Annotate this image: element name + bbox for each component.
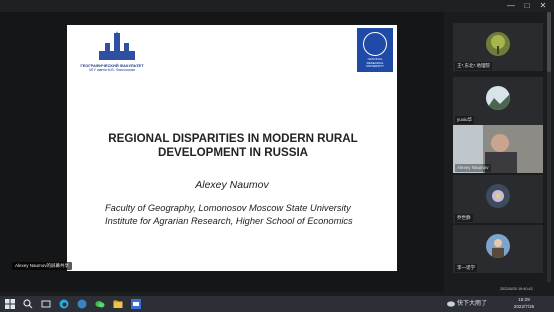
slide-title-line-1: REGIONAL DISPARITIES IN MODERN RURAL (108, 132, 358, 145)
participant-tile[interactable]: yuxiu华 (453, 77, 543, 125)
meeting-app-icon[interactable] (131, 299, 141, 309)
participant-tile-active-speaker[interactable]: Alexey Naumov (453, 125, 543, 173)
windows-start-icon[interactable] (5, 299, 15, 309)
presentation-slide: ГЕОГРАФИЧЕСКИЙ ФАКУЛЬТЕТ МГУ имени М.В. … (67, 25, 397, 271)
wechat-icon[interactable] (95, 299, 105, 309)
participant-name: 王*,东北*.地理院 (455, 62, 493, 70)
hse-logo-text: NATIONAL RESEARCH UNIVERSITY (365, 57, 384, 69)
landscape-avatar (486, 86, 510, 110)
participant-scrollbar[interactable] (547, 12, 551, 282)
plant-avatar (486, 32, 510, 56)
overlay-timestamp: 2022/6/20 19:40:42 (500, 287, 533, 291)
flower-avatar (486, 184, 510, 208)
window-title-bar: — □ ✕ (0, 0, 554, 12)
close-icon[interactable]: ✕ (536, 0, 550, 12)
participant-name: Alexey Naumov (455, 164, 491, 172)
settings-icon[interactable] (77, 299, 87, 309)
system-clock[interactable]: 15:29 2022/7/25 (507, 297, 541, 310)
screen-share-label: Alexey Naumov的屏幕共享 (12, 262, 73, 270)
participant-tile[interactable]: 乔世静 (453, 175, 543, 223)
clock-time: 15:29 (518, 297, 530, 302)
slide-affiliation-1: Faculty of Geography, Lomonosov Moscow S… (105, 203, 351, 213)
participant-name: 李一诺学 (455, 264, 477, 272)
taskbar: 快下大雨了 15:29 2022/7/25 (0, 296, 554, 312)
participant-tile[interactable]: 王*,东北*.地理院 (453, 23, 543, 71)
participant-panel: 王*,东北*.地理院 yuxiu华 Alexey Naumov 乔世静 李一诺学 (453, 12, 543, 282)
search-icon[interactable] (23, 299, 33, 309)
slide-author: Alexey Naumov (195, 179, 269, 191)
maximize-icon[interactable]: □ (520, 0, 534, 12)
slide-title-line-2: DEVELOPMENT IN RUSSIA (157, 146, 309, 159)
weather-icon (447, 301, 455, 307)
slide-title: REGIONAL DISPARITIES IN MODERN RURAL DEV… (87, 132, 379, 160)
hse-logo-icon: NATIONAL RESEARCH UNIVERSITY (357, 28, 393, 72)
participant-name: 乔世静 (455, 214, 473, 222)
task-view-icon[interactable] (41, 299, 51, 309)
participant-name: yuxiu华 (455, 116, 475, 124)
edge-browser-icon[interactable] (59, 299, 69, 309)
weather-text: 快下大雨了 (457, 301, 488, 307)
msu-logo-subtitle: МГУ имени М.В. Ломоносова (89, 68, 135, 72)
person-avatar (486, 234, 510, 258)
participant-tile[interactable]: 李一诺学 (453, 225, 543, 273)
scrollbar-thumb[interactable] (547, 12, 551, 72)
clock-date: 2022/7/25 (513, 303, 535, 309)
slide-affiliation-2: Institute for Agrarian Research, Higher … (105, 216, 353, 226)
minimize-icon[interactable]: — (504, 0, 518, 12)
file-explorer-icon[interactable] (113, 299, 123, 309)
